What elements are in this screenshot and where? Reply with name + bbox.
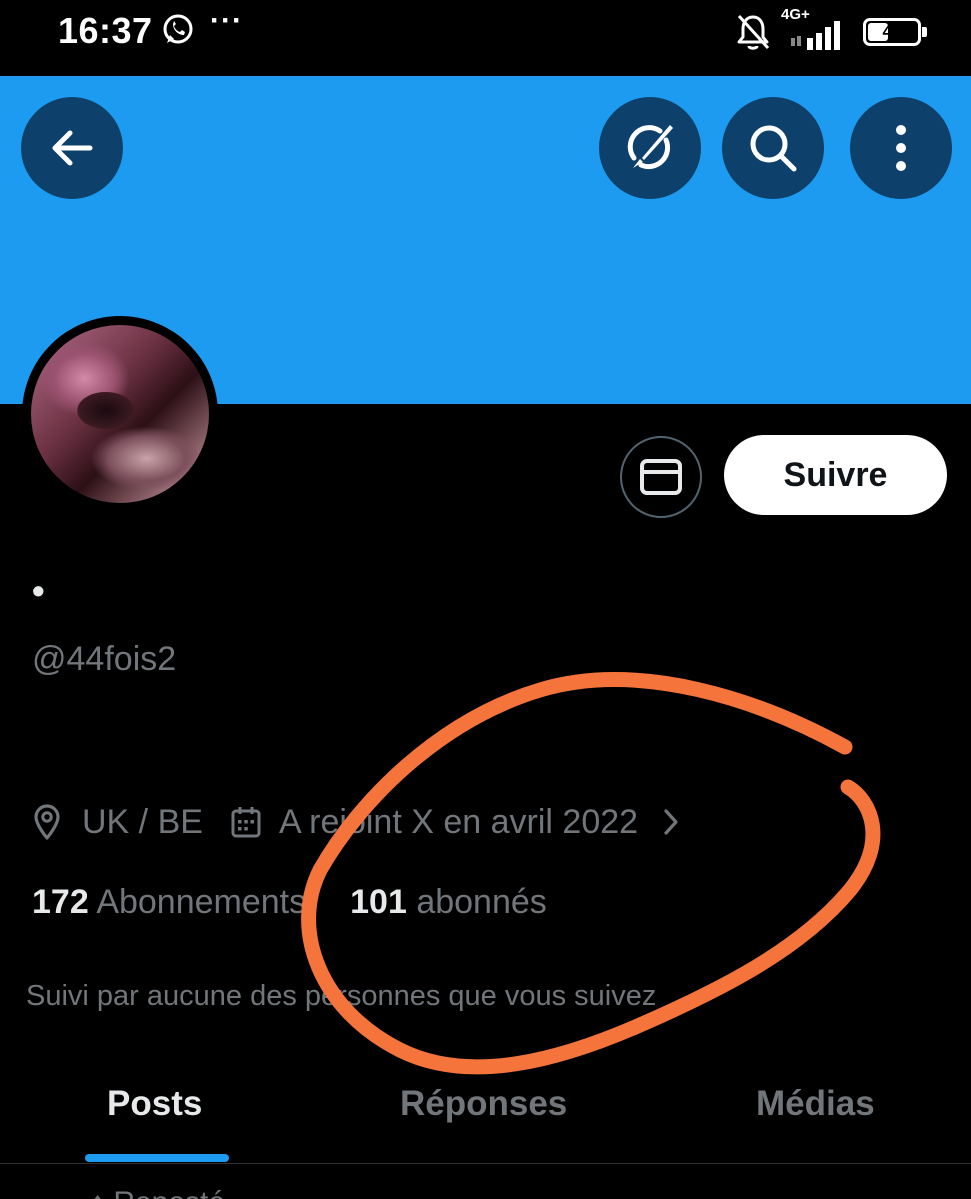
status-bar: 16:37 ··· 4G+ 41 bbox=[0, 0, 971, 76]
grok-button[interactable] bbox=[599, 97, 701, 199]
message-button[interactable] bbox=[620, 436, 702, 518]
more-vertical-icon bbox=[896, 125, 906, 171]
back-button[interactable] bbox=[21, 97, 123, 199]
search-icon bbox=[750, 125, 797, 172]
repost-indicator: ↑ Reposté bbox=[90, 1186, 225, 1199]
followers-count: 101 bbox=[350, 882, 407, 921]
followers-link[interactable]: 101 abonnés bbox=[350, 883, 547, 922]
display-name: • bbox=[32, 570, 45, 611]
whatsapp-icon bbox=[163, 14, 193, 44]
followed-by-text: Suivi par aucune des personnes que vous … bbox=[26, 980, 657, 1012]
battery-icon: 41 bbox=[863, 18, 927, 46]
joined-date: A rejoint X en avril 2022 bbox=[278, 802, 639, 841]
user-handle: @44fois2 bbox=[32, 640, 177, 678]
battery-level: 41 bbox=[882, 22, 902, 41]
following-link[interactable]: 172 Abonnements bbox=[32, 883, 306, 922]
follow-button[interactable]: Suivre bbox=[724, 435, 947, 515]
battery-cap bbox=[922, 27, 927, 37]
tab-posts[interactable]: Posts bbox=[107, 1084, 202, 1124]
back-arrow-icon bbox=[52, 130, 93, 166]
tabs-divider bbox=[0, 1163, 971, 1164]
location-icon bbox=[34, 804, 60, 840]
calendar-icon bbox=[231, 807, 261, 838]
status-more-icon: ··· bbox=[210, 4, 243, 37]
tab-media[interactable]: Médias bbox=[756, 1084, 875, 1124]
followers-label: abonnés bbox=[416, 882, 547, 921]
following-count: 172 bbox=[32, 882, 89, 921]
signal-icon bbox=[791, 21, 840, 50]
grok-icon bbox=[627, 125, 673, 170]
avatar[interactable] bbox=[22, 316, 218, 512]
status-right-group: 4G+ 41 bbox=[735, 6, 927, 52]
search-button[interactable] bbox=[722, 97, 824, 199]
follow-stats: 172 Abonnements 101 abonnés bbox=[32, 880, 547, 924]
active-tab-indicator bbox=[85, 1154, 229, 1162]
chevron-right-icon[interactable] bbox=[662, 808, 680, 836]
tab-replies[interactable]: Réponses bbox=[400, 1084, 567, 1124]
signal-group: 4G+ bbox=[781, 6, 849, 52]
profile-meta: UK / BE A rejoint X en avril 2022 bbox=[32, 800, 680, 844]
status-time: 16:37 bbox=[58, 10, 153, 51]
avatar-image bbox=[31, 325, 209, 503]
location-text: UK / BE bbox=[82, 802, 203, 841]
following-label: Abonnements bbox=[96, 882, 307, 921]
mail-icon bbox=[640, 459, 682, 495]
mute-bell-icon bbox=[737, 14, 770, 50]
profile-screen: 16:37 ··· 4G+ 41 Suivre • @44fois2 UK / … bbox=[0, 0, 971, 1199]
more-options-button[interactable] bbox=[850, 97, 952, 199]
profile-tabs: Posts Réponses Médias bbox=[0, 1060, 971, 1164]
